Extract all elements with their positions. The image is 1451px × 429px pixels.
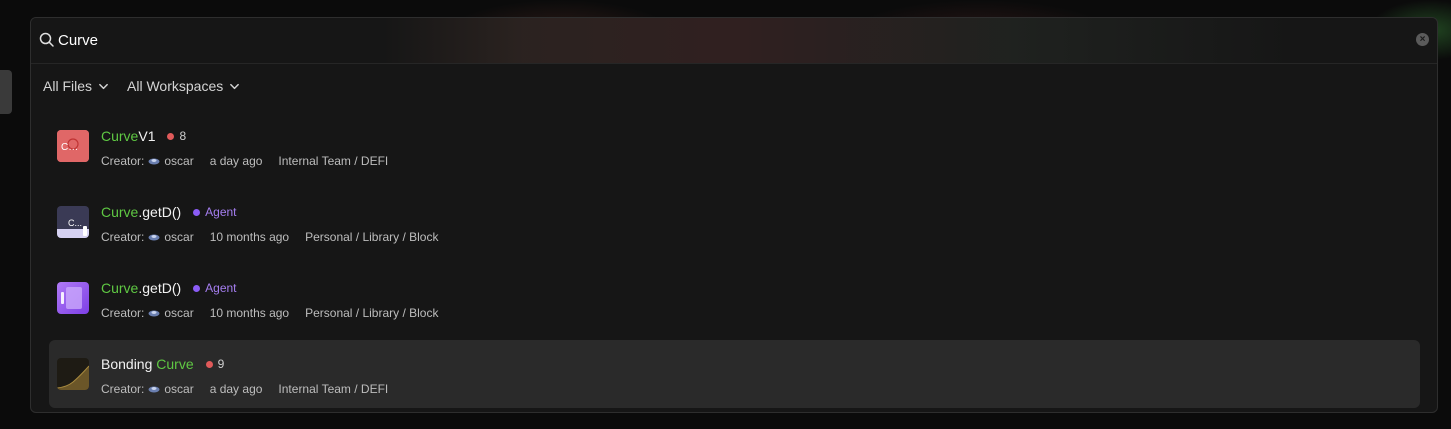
creator-label: Creator:	[101, 382, 145, 396]
thumbnail-text: C…	[61, 142, 78, 153]
avatar-icon	[148, 386, 160, 392]
result-thumbnail	[57, 358, 89, 390]
file-path: Personal / Library / Block	[305, 306, 439, 320]
creator: Creator: oscar	[101, 230, 194, 244]
file-path: Personal / Library / Block	[305, 230, 439, 244]
thumbnail-text: C...	[68, 218, 82, 228]
title-match: Curve	[101, 204, 139, 220]
avatar-icon	[148, 234, 160, 240]
creator-name: oscar	[164, 382, 194, 396]
agent-dot-icon	[193, 284, 201, 292]
comment-count-badge: 8	[167, 129, 186, 143]
agent-badge: Agent	[193, 281, 237, 295]
filter-bar: All Files All Workspaces	[43, 78, 240, 94]
avatar-icon	[148, 310, 160, 316]
file-path: Internal Team / DEFI	[278, 154, 389, 168]
result-title: CurveV1	[101, 128, 155, 144]
creator: Creator: oscar	[101, 154, 194, 168]
status-dot-icon	[167, 132, 175, 140]
search-bar: ×	[31, 18, 1437, 64]
file-thumbnail-icon	[57, 282, 89, 314]
result-item[interactable]: C… CurveV1 8 Creator: oscar a day ago In…	[49, 112, 1420, 180]
file-thumbnail-icon: C...	[57, 206, 89, 238]
modified-time: 10 months ago	[209, 306, 290, 320]
status-dot-icon	[205, 360, 213, 368]
title-rest: V1	[138, 128, 156, 144]
chevron-down-icon	[230, 83, 240, 89]
result-thumbnail: C…	[57, 130, 89, 162]
result-item[interactable]: C... Curve.getD() Agent Creator: oscar 1…	[49, 188, 1420, 256]
agent-dot-icon	[193, 208, 201, 216]
search-palette: × All Files All Workspaces C…	[30, 17, 1438, 413]
modified-time: a day ago	[209, 382, 263, 396]
chevron-down-icon	[99, 83, 108, 89]
result-title: Bonding Curve	[101, 356, 194, 372]
avatar-icon	[148, 158, 160, 164]
result-item[interactable]: Curve.getD() Agent Creator: oscar 10 mon…	[49, 264, 1420, 332]
title-rest: .getD()	[138, 280, 182, 296]
modified-time: a day ago	[209, 154, 263, 168]
creator-label: Creator:	[101, 154, 145, 168]
badge-value: 9	[217, 357, 225, 371]
title-match: Curve	[156, 356, 194, 372]
clear-search-button[interactable]: ×	[1416, 33, 1429, 46]
creator-label: Creator:	[101, 230, 145, 244]
creator-label: Creator:	[101, 306, 145, 320]
file-thumbnail-icon: C…	[57, 130, 89, 162]
title-match: Curve	[101, 280, 139, 296]
search-icon	[39, 32, 54, 47]
creator: Creator: oscar	[101, 306, 194, 320]
results-list: C… CurveV1 8 Creator: oscar a day ago In…	[49, 112, 1420, 412]
modified-time: 10 months ago	[209, 230, 290, 244]
creator-name: oscar	[164, 154, 194, 168]
file-path: Internal Team / DEFI	[278, 382, 389, 396]
creator-name: oscar	[164, 306, 194, 320]
comment-count-badge: 9	[205, 357, 225, 371]
title-prefix: Bonding	[101, 356, 157, 372]
result-thumbnail: C...	[57, 206, 89, 238]
creator-name: oscar	[164, 230, 194, 244]
title-match: Curve	[101, 128, 139, 144]
filter-label: All Files	[43, 78, 93, 94]
title-rest: .getD()	[138, 204, 182, 220]
agent-badge: Agent	[193, 205, 237, 219]
filter-all-files[interactable]: All Files	[43, 78, 109, 94]
chart-thumbnail-icon	[57, 358, 89, 390]
badge-value: Agent	[205, 281, 237, 295]
search-input[interactable]	[58, 29, 1408, 51]
background-sidebar-edge	[0, 70, 12, 114]
result-title: Curve.getD()	[101, 204, 181, 220]
badge-value: Agent	[205, 205, 237, 219]
result-thumbnail	[57, 282, 89, 314]
creator: Creator: oscar	[101, 382, 194, 396]
filter-label: All Workspaces	[127, 78, 224, 94]
filter-all-workspaces[interactable]: All Workspaces	[127, 78, 240, 94]
result-title: Curve.getD()	[101, 280, 181, 296]
close-icon: ×	[1419, 34, 1426, 45]
badge-value: 8	[179, 129, 187, 143]
result-item-selected[interactable]: Bonding Curve 9 Creator: oscar a day ago…	[49, 340, 1420, 408]
